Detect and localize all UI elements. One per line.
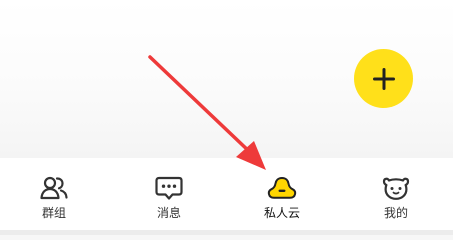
bottom-tab-bar: 群组 消息 私人云 我的 [0,158,453,230]
tab-private-cloud[interactable]: 私人云 [242,174,322,224]
group-icon-wrap [39,174,69,202]
tab-group[interactable]: 群组 [14,174,94,224]
tab-label-profile: 我的 [383,206,408,220]
tab-label-private-cloud: 私人云 [263,206,300,220]
group-icon [40,176,68,200]
tab-label-messages: 消息 [156,206,181,220]
tab-messages[interactable]: 消息 [129,174,209,224]
tab-profile[interactable]: 我的 [356,174,436,224]
message-icon-wrap [154,174,184,202]
bottom-edge [0,230,453,235]
add-button[interactable] [354,49,413,108]
message-icon [155,176,183,200]
private-cloud-icon [267,177,297,199]
profile-icon-wrap [381,174,411,202]
private-cloud-icon-wrap [267,174,297,202]
tab-label-group: 群组 [41,206,66,220]
profile-icon [382,177,410,200]
plus-icon [372,67,395,90]
